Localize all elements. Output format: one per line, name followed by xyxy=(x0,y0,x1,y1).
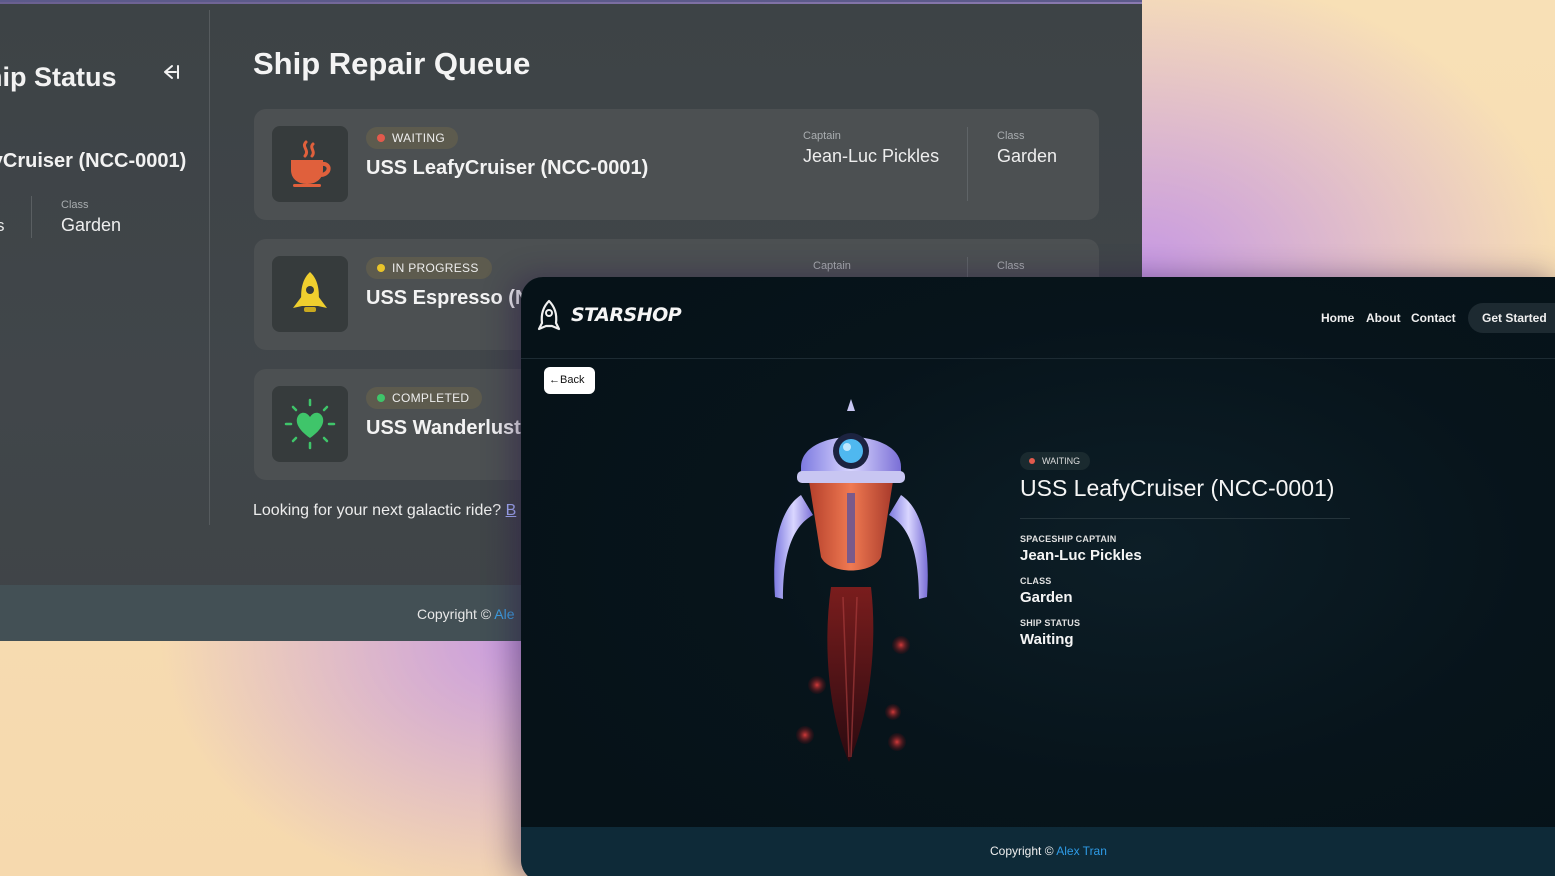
class-value: Garden xyxy=(1020,589,1073,606)
copyright: Copyright © Ale xyxy=(417,606,514,622)
page-title: Ship Repair Queue xyxy=(253,46,531,81)
status-badge: COMPLETED xyxy=(366,387,483,409)
sidebar-class-value: Garden xyxy=(61,215,122,235)
status-badge: IN PROGRESS xyxy=(366,257,492,279)
status-dot xyxy=(1029,458,1035,464)
captain-value: Jean-Luc Pickles xyxy=(803,146,940,166)
copyright-text: Copyright © xyxy=(417,606,492,622)
meta-divider xyxy=(967,127,968,201)
ship-name: USS LeafyCruiser (NCC-0001) xyxy=(1020,475,1335,501)
copyright-text: Copyright © xyxy=(990,844,1054,858)
class-label: Class xyxy=(997,260,1025,272)
ship-detail: WAITING USS LeafyCruiser (NCC-0001) SPAC… xyxy=(1020,451,1350,648)
status-badge: WAITING xyxy=(1020,452,1091,470)
get-started-button[interactable]: Get Started xyxy=(1468,303,1555,333)
brand-name: STARSHOP xyxy=(571,304,682,326)
status-badge: WAITING xyxy=(366,127,458,149)
status-text: COMPLETED xyxy=(392,391,470,405)
status-dot xyxy=(377,264,385,272)
ship-name: USS Espresso (NC xyxy=(366,287,544,309)
heart-icon xyxy=(272,386,348,462)
captain-label: Captain xyxy=(813,260,851,272)
back-label: Back xyxy=(560,374,585,386)
sidebar: Ship Status USS LeafyCruiser (NCC-0001) … xyxy=(0,10,210,525)
spaceship-illustration xyxy=(774,399,928,762)
browse-ships-note: Looking for your next galactic ride? B xyxy=(253,502,516,520)
sidebar-class-label: Class xyxy=(61,199,89,211)
nav-home[interactable]: Home xyxy=(1321,311,1354,325)
captain-label: SPACESHIP CAPTAIN xyxy=(1020,534,1117,544)
rocket-icon xyxy=(272,256,348,332)
ship-name: USS Wanderlust ( xyxy=(366,417,534,439)
copyright: Copyright © Alex Tran xyxy=(990,844,1107,858)
sidebar-captain-value: s xyxy=(0,216,5,236)
ship-card[interactable]: WAITING USS LeafyCruiser (NCC-0001) Capt… xyxy=(254,109,1099,220)
sidebar-title: Ship Status xyxy=(0,62,117,92)
author-link[interactable]: Ale xyxy=(494,606,514,622)
author-link[interactable]: Alex Tran xyxy=(1056,844,1107,858)
rocket-logo-icon xyxy=(537,299,561,331)
brand-logo[interactable]: STARSHOP xyxy=(537,299,682,331)
nav-about[interactable]: About xyxy=(1366,311,1401,325)
status-dot xyxy=(377,134,385,142)
collapse-sidebar-icon[interactable] xyxy=(160,62,182,82)
browse-ships-link[interactable]: B xyxy=(506,502,517,519)
ship-status-value: Waiting xyxy=(1020,631,1074,648)
coffee-cup-icon xyxy=(272,126,348,202)
status-text: IN PROGRESS xyxy=(392,261,479,275)
captain-label: Captain xyxy=(803,130,841,142)
status-text: WAITING xyxy=(1042,456,1081,466)
status-dot xyxy=(377,394,385,402)
class-label: Class xyxy=(997,130,1025,142)
back-button[interactable]: ←Back xyxy=(544,367,595,394)
sidebar-ship-name: USS LeafyCruiser (NCC-0001) xyxy=(0,150,187,172)
status-text: WAITING xyxy=(392,131,445,145)
ship-status-label: SHIP STATUS xyxy=(1020,618,1081,628)
captain-value: Jean-Luc Pickles xyxy=(1020,547,1142,564)
navbar: STARSHOP Home About Contact Get Started xyxy=(521,277,1555,359)
arrow-left-icon: ← xyxy=(549,374,560,386)
browse-ships-text: Looking for your next galactic ride? xyxy=(253,502,502,519)
nav-contact[interactable]: Contact xyxy=(1411,311,1456,325)
divider xyxy=(1020,518,1350,519)
ship-name: USS LeafyCruiser (NCC-0001) xyxy=(366,157,649,179)
footer: Copyright © Alex Tran xyxy=(521,827,1555,876)
class-value: Garden xyxy=(997,146,1058,166)
class-label: CLASS xyxy=(1020,576,1052,586)
sidebar-divider xyxy=(31,196,32,238)
starshop-window: STARSHOP Home About Contact Get Started … xyxy=(521,277,1555,876)
